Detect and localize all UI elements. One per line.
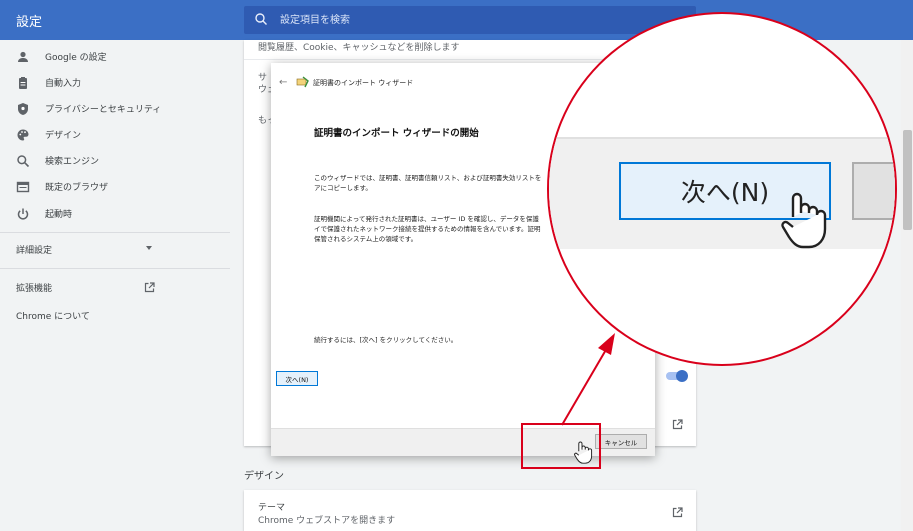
- sidebar-item-privacy[interactable]: プライバシーとセキュリティ: [0, 96, 220, 122]
- search-icon: [17, 155, 30, 168]
- next-button-highlight: [521, 423, 601, 469]
- sidebar-item-label: 詳細設定: [16, 246, 53, 256]
- sidebar-item-search-engine[interactable]: 検索エンジン: [0, 148, 220, 174]
- sidebar-item-autofill[interactable]: 自動入力: [0, 70, 220, 96]
- open-external-icon: [144, 282, 155, 293]
- app-title: 設定: [16, 15, 43, 30]
- certificate-icon: [296, 76, 309, 88]
- theme-subtitle: Chrome ウェブストアを開きます: [258, 516, 396, 526]
- sidebar: Google の設定 自動入力 プライバシーとセキュリティ デザイン 検索エンジ…: [0, 40, 230, 531]
- search-box[interactable]: [244, 6, 696, 34]
- open-external-icon[interactable]: [672, 507, 683, 518]
- dialog-continue-text: 続行するには、[次へ] をクリックしてください。: [314, 336, 458, 344]
- cancel-button[interactable]: キャンセル: [595, 434, 647, 449]
- search-icon: [255, 13, 267, 25]
- sidebar-item-label: デザイン: [45, 131, 82, 141]
- palette-icon: [17, 129, 29, 141]
- hand-cursor-icon: [781, 192, 827, 249]
- sidebar-item-advanced[interactable]: 詳細設定: [0, 236, 160, 262]
- chevron-down-icon: [146, 246, 152, 250]
- dialog-title: 証明書のインポート ウィザード: [313, 79, 414, 87]
- clipboard-icon: [19, 77, 27, 89]
- dialog-intro-line: このウィザードでは、証明書、証明書信頼リスト、および証明書失効リストを: [314, 174, 542, 182]
- dialog-intro-line: アにコピーします。: [314, 184, 372, 192]
- sidebar-item-label: 既定のブラウザ: [45, 183, 109, 193]
- search-input[interactable]: [278, 11, 678, 29]
- dialog-description-line: 保管されるシステム上の領域です。: [314, 235, 418, 243]
- sidebar-item-label: プライバシーとセキュリティ: [45, 105, 162, 115]
- sidebar-item-startup[interactable]: 起動時: [0, 201, 220, 227]
- sidebar-item-label: 検索エンジン: [45, 157, 100, 167]
- sidebar-divider: [0, 232, 230, 233]
- sidebar-item-label: 自動入力: [45, 79, 82, 89]
- sidebar-item-google[interactable]: Google の設定: [0, 44, 220, 70]
- power-icon: [17, 208, 29, 220]
- section-title-design: デザイン: [244, 471, 284, 482]
- scrollbar-thumb[interactable]: [903, 130, 912, 230]
- shield-icon: [18, 103, 28, 115]
- sidebar-item-default-browser[interactable]: 既定のブラウザ: [0, 174, 220, 200]
- dialog-description-line: 証明機関によって発行された証明書は、ユーザー ID を確認し、データを保護: [314, 215, 539, 223]
- magnified-cancel-button: [852, 162, 895, 220]
- sidebar-item-extensions[interactable]: 拡張機能: [0, 274, 160, 300]
- open-external-icon[interactable]: [672, 419, 683, 430]
- sidebar-item-label: 起動時: [45, 210, 73, 220]
- toggle-knob: [676, 370, 688, 382]
- sidebar-item-design[interactable]: デザイン: [0, 122, 220, 148]
- sidebar-item-label: Chrome について: [16, 312, 90, 322]
- dialog-description-line: イで保護されたネットワーク接続を提供するための情報を含んでいます。証明: [314, 225, 541, 233]
- sidebar-divider: [0, 268, 230, 269]
- clear-data-description[interactable]: 閲覧履歴、Cookie、キャッシュなどを削除します: [258, 40, 460, 53]
- back-arrow-icon[interactable]: ←: [279, 77, 287, 88]
- dialog-heading: 証明書のインポート ウィザードの開始: [314, 128, 479, 139]
- next-button[interactable]: 次へ(N): [276, 371, 318, 386]
- browser-icon: [16, 181, 30, 193]
- page-scrollbar[interactable]: [901, 40, 913, 531]
- sidebar-item-about[interactable]: Chrome について: [0, 302, 160, 328]
- magnifier-callout: 次へ(N): [547, 12, 897, 366]
- sidebar-item-label: Google の設定: [45, 53, 107, 63]
- theme-card[interactable]: テーマ Chrome ウェブストアを開きます: [244, 490, 696, 531]
- person-icon: [18, 51, 28, 62]
- setting-toggle[interactable]: [666, 370, 688, 382]
- theme-title: テーマ: [258, 503, 286, 513]
- sidebar-item-label: 拡張機能: [16, 284, 53, 294]
